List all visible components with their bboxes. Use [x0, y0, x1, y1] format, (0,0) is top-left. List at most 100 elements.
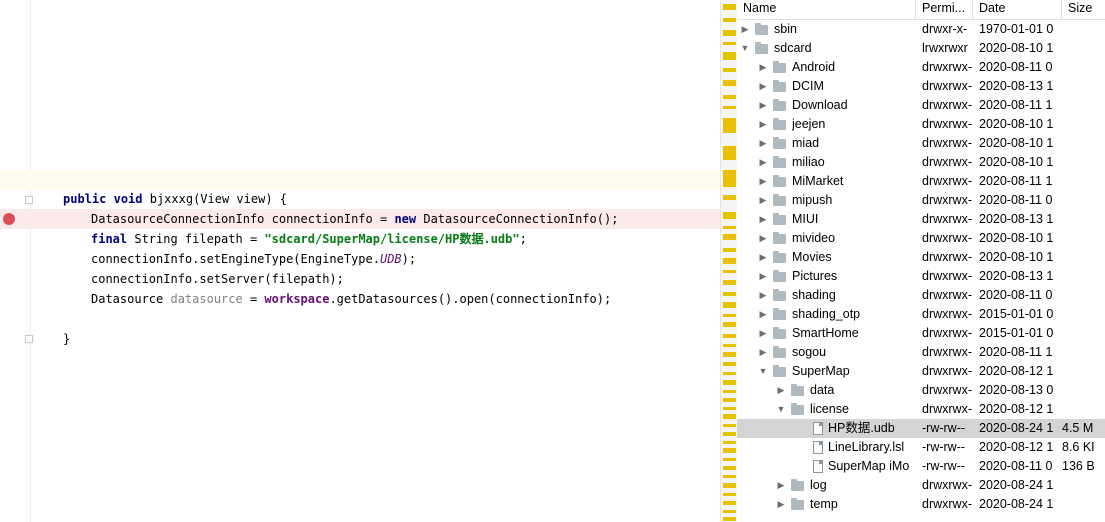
expand-arrow-icon[interactable]: ▶ — [758, 286, 768, 305]
tree-row-folder[interactable]: ▶ sogou drwxrwx- 2020-08-11 1 — [737, 343, 1105, 362]
collapse-arrow-icon[interactable]: ▼ — [758, 362, 768, 381]
tree-row-folder[interactable]: ▶ SmartHome drwxrwx- 2015-01-01 0 — [737, 324, 1105, 343]
stripe-marker[interactable] — [723, 302, 736, 308]
stripe-marker[interactable] — [723, 322, 736, 327]
stripe-marker[interactable] — [723, 475, 736, 478]
stripe-marker[interactable] — [723, 258, 736, 264]
stripe-marker[interactable] — [723, 362, 736, 366]
collapse-arrow-icon[interactable]: ▼ — [776, 400, 786, 419]
stripe-marker[interactable] — [723, 458, 736, 461]
stripe-marker[interactable] — [723, 344, 736, 347]
stripe-marker[interactable] — [723, 4, 736, 10]
tree-row-folder[interactable]: ▶ MIUI drwxrwx- 2020-08-13 1 — [737, 210, 1105, 229]
column-header-date[interactable]: Date — [973, 0, 1062, 19]
tree-row-folder[interactable]: ▼ license drwxrwx- 2020-08-12 1 — [737, 400, 1105, 419]
stripe-marker[interactable] — [723, 372, 736, 375]
column-header-size[interactable]: Size — [1062, 0, 1105, 19]
tree-row-folder[interactable]: ▶ temp drwxrwx- 2020-08-24 1 — [737, 495, 1105, 514]
stripe-marker[interactable] — [723, 517, 736, 521]
collapse-arrow-icon[interactable]: ▼ — [740, 39, 750, 58]
tree-row-folder[interactable]: ▶ Android drwxrwx- 2020-08-11 0 — [737, 58, 1105, 77]
stripe-marker[interactable] — [723, 292, 736, 296]
code-line-breakpoint[interactable]: DatasourceConnectionInfo connectionInfo … — [0, 209, 720, 229]
stripe-marker[interactable] — [723, 170, 736, 187]
stripe-marker[interactable] — [723, 270, 736, 273]
stripe-marker[interactable] — [723, 18, 736, 22]
stripe-marker[interactable] — [723, 441, 736, 444]
expand-arrow-icon[interactable]: ▶ — [776, 495, 786, 514]
stripe-marker[interactable] — [723, 483, 736, 488]
tree-row-folder[interactable]: ▶ shading drwxrwx- 2020-08-11 0 — [737, 286, 1105, 305]
expand-arrow-icon[interactable]: ▶ — [758, 324, 768, 343]
stripe-marker[interactable] — [723, 501, 736, 505]
code-line-close-brace[interactable]: } — [0, 329, 720, 349]
tree-row-folder[interactable]: ▶ Pictures drwxrwx- 2020-08-13 1 — [737, 267, 1105, 286]
stripe-marker[interactable] — [723, 407, 736, 410]
expand-arrow-icon[interactable]: ▶ — [776, 476, 786, 495]
column-header-permissions[interactable]: Permi... — [916, 0, 973, 19]
stripe-marker[interactable] — [723, 424, 736, 427]
stripe-marker[interactable] — [723, 432, 736, 436]
stripe-marker[interactable] — [723, 226, 736, 229]
expand-arrow-icon[interactable]: ▶ — [758, 77, 768, 96]
stripe-marker[interactable] — [723, 212, 736, 219]
expand-arrow-icon[interactable]: ▶ — [758, 343, 768, 362]
expand-arrow-icon[interactable]: ▶ — [758, 115, 768, 134]
tree-row-folder[interactable]: ▼ SuperMap drwxrwx- 2020-08-12 1 — [737, 362, 1105, 381]
expand-arrow-icon[interactable]: ▶ — [758, 134, 768, 153]
stripe-marker[interactable] — [723, 42, 736, 45]
expand-arrow-icon[interactable]: ▶ — [758, 248, 768, 267]
expand-arrow-icon[interactable]: ▶ — [758, 267, 768, 286]
code-line-open-datasource[interactable]: Datasource datasource = workspace.getDat… — [0, 289, 720, 309]
stripe-marker[interactable] — [723, 106, 736, 109]
stripe-marker[interactable] — [723, 352, 736, 357]
tree-row-folder[interactable]: ▶ DCIM drwxrwx- 2020-08-13 1 — [737, 77, 1105, 96]
tree-row-folder[interactable]: ▶ MiMarket drwxrwx- 2020-08-11 1 — [737, 172, 1105, 191]
code-line-set-server[interactable]: connectionInfo.setServer(filepath); — [0, 269, 720, 289]
expand-arrow-icon[interactable]: ▶ — [758, 172, 768, 191]
tree-row-folder[interactable]: ▼ sdcard lrwxrwxr 2020-08-10 1 — [737, 39, 1105, 58]
tree-row-file[interactable]: HP数据.udb -rw-rw-- 2020-08-24 1 4.5 M — [737, 419, 1105, 438]
stripe-marker[interactable] — [723, 390, 736, 393]
fold-marker-open[interactable] — [25, 196, 33, 204]
tree-row-folder[interactable]: ▶ shading_otp drwxrwx- 2015-01-01 0 — [737, 305, 1105, 324]
stripe-marker[interactable] — [723, 466, 736, 470]
tree-row-folder[interactable]: ▶ Download drwxrwx- 2020-08-11 1 — [737, 96, 1105, 115]
tree-row-folder[interactable]: ▶ log drwxrwx- 2020-08-24 1 — [737, 476, 1105, 495]
tree-row-file[interactable]: SuperMap iMo -rw-rw-- 2020-08-11 0 136 B — [737, 457, 1105, 476]
stripe-marker[interactable] — [723, 414, 736, 419]
tree-row-folder[interactable]: ▶ data drwxrwx- 2020-08-13 0 — [737, 381, 1105, 400]
stripe-marker[interactable] — [723, 493, 736, 496]
stripe-marker[interactable] — [723, 510, 736, 513]
tree-row-folder[interactable]: ▶ sbin drwxr-x- 1970-01-01 0 — [737, 20, 1105, 39]
expand-arrow-icon[interactable]: ▶ — [758, 96, 768, 115]
tree-row-folder[interactable]: ▶ mivideo drwxrwx- 2020-08-10 1 — [737, 229, 1105, 248]
stripe-marker[interactable] — [723, 448, 736, 453]
code-editor[interactable]: public void bjxxxg(View view) { Datasour… — [0, 0, 720, 522]
tree-row-folder[interactable]: ▶ miad drwxrwx- 2020-08-10 1 — [737, 134, 1105, 153]
fold-marker-close[interactable] — [25, 335, 33, 343]
expand-arrow-icon[interactable]: ▶ — [758, 210, 768, 229]
tree-row-folder[interactable]: ▶ jeejen drwxrwx- 2020-08-10 1 — [737, 115, 1105, 134]
code-line-engine-type[interactable]: connectionInfo.setEngineType(EngineType.… — [0, 249, 720, 269]
stripe-marker[interactable] — [723, 30, 736, 36]
stripe-marker[interactable] — [723, 334, 736, 338]
stripe-marker[interactable] — [723, 80, 736, 86]
tree-row-file[interactable]: LineLibrary.lsl -rw-rw-- 2020-08-12 1 8.6 K… — [737, 438, 1105, 457]
device-file-explorer[interactable]: Name Permi... Date Size ▶ sbin drwxr-x- 197… — [737, 0, 1105, 522]
tree-row-folder[interactable]: ▶ miliao drwxrwx- 2020-08-10 1 — [737, 153, 1105, 172]
code-line-signature[interactable]: public void bjxxxg(View view) { — [0, 189, 720, 209]
stripe-marker[interactable] — [723, 280, 736, 285]
expand-arrow-icon[interactable]: ▶ — [758, 153, 768, 172]
stripe-marker[interactable] — [723, 314, 736, 317]
stripe-marker[interactable] — [723, 234, 736, 240]
stripe-marker[interactable] — [723, 52, 736, 60]
stripe-marker[interactable] — [723, 95, 736, 99]
expand-arrow-icon[interactable]: ▶ — [758, 305, 768, 324]
error-stripe-markers[interactable] — [720, 0, 737, 522]
stripe-marker[interactable] — [723, 118, 736, 133]
tree-row-folder[interactable]: ▶ Movies drwxrwx- 2020-08-10 1 — [737, 248, 1105, 267]
expand-arrow-icon[interactable]: ▶ — [776, 381, 786, 400]
expand-arrow-icon[interactable]: ▶ — [758, 191, 768, 210]
expand-arrow-icon[interactable]: ▶ — [740, 20, 750, 39]
